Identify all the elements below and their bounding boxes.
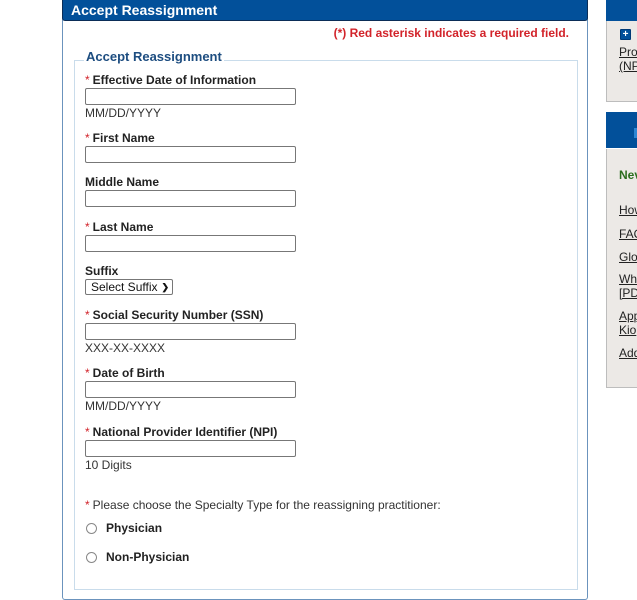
effective-date-field: * Effective Date of Information MM/DD/YYY… [85,73,296,120]
npi-input[interactable] [85,440,296,457]
suffix-label: Suffix [85,264,119,278]
required-asterisk: * [85,131,90,145]
middle-name-label: Middle Name [85,175,160,189]
fieldset-legend: Accept Reassignment [84,49,224,64]
sidebar-box-1-header [606,0,637,21]
last-name-label: * Last Name [85,220,154,234]
first-name-label: * First Name [85,131,155,145]
first-name-field: * First Name [85,131,296,163]
required-asterisk: * [85,366,90,380]
specialty-question: * Please choose the Specialty Type for th… [85,498,441,512]
sidebar-link-provider[interactable]: Pro [619,45,637,59]
required-asterisk: * [85,498,90,512]
required-asterisk: * [85,425,90,439]
npi-hint: 10 Digits [85,458,132,472]
non-physician-radio[interactable] [86,551,97,563]
sidebar-link-where[interactable]: Whe [619,272,637,286]
npi-field: * National Provider Identifier (NPI) 10 D… [85,425,296,472]
dob-label: * Date of Birth [85,366,165,380]
suffix-selected-value: Select Suffix [91,280,158,294]
sidebar-link-where-line2[interactable]: [PD [619,286,637,300]
chevron-down-icon: ❯ [161,281,170,292]
required-asterisk: * [85,73,90,87]
sidebar-link-faq[interactable]: FAQ [619,227,637,241]
ssn-label: * Social Security Number (SSN) [85,308,264,322]
sidebar-link-add[interactable]: Add [619,346,637,360]
dob-input[interactable] [85,381,296,398]
dob-hint: MM/DD/YYYY [85,399,162,413]
last-name-field: * Last Name [85,220,296,252]
required-asterisk: * [85,308,90,322]
middle-name-field: Middle Name [85,175,296,207]
specialty-option-non-physician[interactable]: Non-Physician [86,550,189,564]
suffix-select[interactable]: Select Suffix ❯ [85,279,174,295]
sidebar-link-app-line2[interactable]: Kio [619,323,636,337]
sidebar-link-provider-line2[interactable]: (NP [619,59,637,73]
required-asterisk: * [85,220,90,234]
sidebar-new-label: Nev [619,168,637,182]
sidebar-box-2-header [606,112,637,149]
effective-date-hint: MM/DD/YYYY [85,106,162,120]
ssn-field: * Social Security Number (SSN) XXX-XX-XXX… [85,308,296,355]
effective-date-input[interactable] [85,88,296,105]
sidebar-link-how[interactable]: How [619,203,637,217]
specialty-option-physician[interactable]: Physician [86,521,162,535]
sidebar-link-app[interactable]: App [619,309,637,323]
middle-name-input[interactable] [85,190,296,207]
panel-title: Accept Reassignment [62,0,588,21]
plus-icon[interactable]: + [620,29,631,40]
last-name-input[interactable] [85,235,296,252]
sidebar-link-glossary[interactable]: Glo [619,250,637,264]
npi-label: * National Provider Identifier (NPI) [85,425,278,439]
first-name-input[interactable] [85,146,296,163]
dob-field: * Date of Birth MM/DD/YYYY [85,366,296,413]
non-physician-label: Non-Physician [106,550,190,564]
physician-radio[interactable] [86,522,97,534]
ssn-hint: XXX-XX-XXXX [85,341,166,355]
ssn-input[interactable] [85,323,296,340]
suffix-field: Suffix Select Suffix ❯ [85,264,174,295]
physician-label: Physician [106,521,163,535]
effective-date-label: * Effective Date of Information [85,73,257,87]
required-field-note: (*) Red asterisk indicates a required fi… [333,26,569,40]
